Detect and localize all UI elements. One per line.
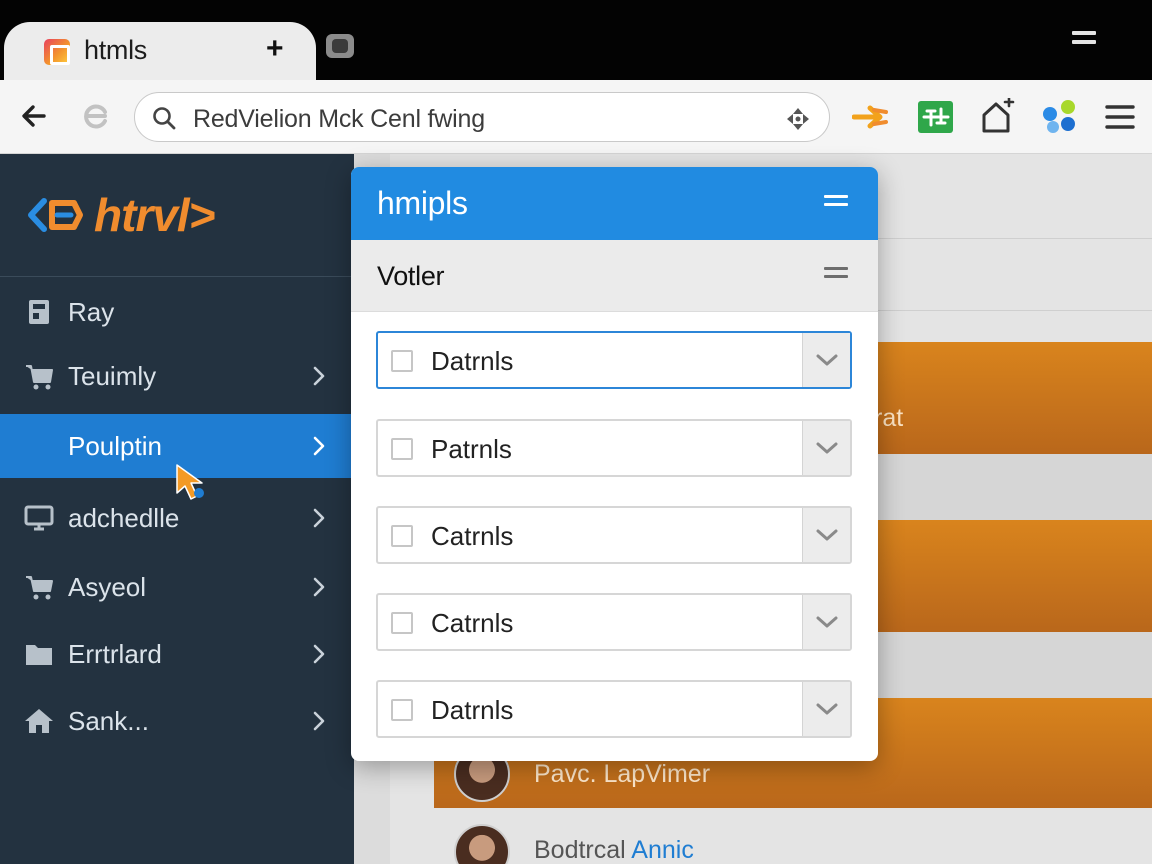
address-bar[interactable]: RedVielion Mck Cenl fwing [134, 92, 830, 142]
brand-logo[interactable]: htrvl> [28, 188, 216, 242]
option-select[interactable]: Catrnls [376, 506, 852, 564]
chevron-down-icon [816, 616, 838, 628]
tab-overview-icon[interactable] [326, 34, 354, 58]
option-dropdown-button[interactable] [802, 682, 850, 736]
option-dropdown-button[interactable] [802, 595, 850, 649]
panel-title: hmipls [377, 185, 468, 221]
dropdown-panel: hmipls Votler Datrnls Patrnls Catrnls Ca… [351, 167, 878, 761]
option-dropdown-button[interactable] [802, 421, 850, 475]
search-icon [153, 107, 176, 130]
extension-orange-icon[interactable] [852, 98, 890, 136]
monitor-icon [24, 505, 54, 531]
option-label: Datrnls [431, 695, 514, 725]
option-dropdown-button[interactable] [802, 333, 850, 387]
option-label: Datrnls [431, 346, 514, 376]
extension-house-icon[interactable] [979, 98, 1017, 136]
sidebar-item-label: Poulptin [68, 431, 162, 461]
person-name: Pavc. LapVimer [534, 760, 711, 788]
option-label: Catrnls [431, 521, 514, 551]
row-text: rat [874, 404, 904, 432]
home-icon [25, 709, 53, 733]
option-select[interactable]: Catrnls [376, 593, 852, 651]
favicon-icon [44, 39, 70, 65]
window-menu-icon[interactable] [1072, 31, 1096, 51]
extension-dots-icon[interactable] [1041, 98, 1079, 136]
sidebar-item-sank[interactable]: Sank... [0, 689, 352, 753]
move-arrows-icon[interactable] [785, 106, 811, 132]
new-tab-button[interactable]: + [266, 32, 284, 66]
sidebar-item-teuimly[interactable]: Teuimly [0, 344, 352, 408]
address-input[interactable]: RedVielion Mck Cenl fwing [193, 105, 485, 134]
cart-icon [26, 576, 53, 600]
browser-menu-icon[interactable] [1102, 98, 1140, 136]
sidebar-item-errtrlard[interactable]: Errtrlard [0, 622, 352, 686]
chevron-down-icon [816, 354, 838, 366]
sidebar-item-label: Ray [68, 297, 115, 327]
sidebar-item-label: adchedlle [68, 503, 180, 533]
person-name-row: Bodtrcal Annic [534, 836, 694, 864]
chevron-down-icon [816, 442, 838, 454]
avatar [454, 824, 510, 864]
option-checkbox[interactable] [391, 350, 413, 372]
book-icon [29, 300, 49, 324]
table-row[interactable]: Bodtrcal Annic [434, 808, 1152, 864]
browser-tab[interactable]: htmls + [4, 22, 316, 82]
chevron-right-icon [313, 436, 325, 456]
tab-title: htmls [84, 35, 148, 65]
option-checkbox[interactable] [391, 699, 413, 721]
sidebar-item-ray[interactable]: Ray [0, 280, 352, 344]
panel-header: hmipls [351, 167, 878, 240]
option-dropdown-button[interactable] [802, 508, 850, 562]
panel-subheader: Votler [351, 240, 878, 312]
option-select[interactable]: Patrnls [376, 419, 852, 477]
sidebar: htrvl> Ray Teuimly Poulptin adchedlle As… [0, 154, 354, 864]
option-label: Patrnls [431, 434, 512, 464]
sidebar-item-label: Sank... [68, 706, 149, 736]
reload-icon[interactable] [78, 98, 114, 134]
tab-strip: htmls + [0, 0, 1152, 82]
chevron-right-icon [313, 711, 325, 731]
chevron-right-icon [313, 508, 325, 528]
option-checkbox[interactable] [391, 612, 413, 634]
person-last-name: Annic [631, 836, 694, 864]
extension-green-icon[interactable] [917, 98, 955, 136]
folder-icon [26, 645, 52, 665]
chevron-right-icon [313, 366, 325, 386]
option-select[interactable]: Datrnls [376, 680, 852, 738]
option-label: Catrnls [431, 608, 514, 638]
mouse-cursor-icon [176, 464, 204, 500]
sidebar-item-label: Errtrlard [68, 639, 162, 669]
chevron-right-icon [313, 644, 325, 664]
cart-icon [26, 365, 53, 390]
option-select[interactable]: Datrnls [376, 331, 852, 389]
option-checkbox[interactable] [391, 525, 413, 547]
sidebar-item-label: Asyeol [68, 572, 147, 602]
panel-menu-icon[interactable] [824, 195, 848, 213]
chevron-down-icon [816, 529, 838, 541]
sidebar-item-asyeol[interactable]: Asyeol [0, 555, 352, 619]
option-checkbox[interactable] [391, 438, 413, 460]
sidebar-divider [0, 276, 354, 277]
chevron-down-icon [816, 703, 838, 715]
chevron-right-icon [313, 577, 325, 597]
person-first-name: Bodtrcal [534, 836, 626, 864]
browser-toolbar: RedVielion Mck Cenl fwing [0, 80, 1152, 154]
panel-subtitle: Votler [377, 261, 445, 291]
brand-mark-icon [28, 198, 83, 232]
brand-text: htrvl> [94, 189, 216, 241]
sidebar-item-label: Teuimly [68, 361, 157, 391]
back-arrow-icon[interactable] [16, 98, 52, 134]
subheader-menu-icon[interactable] [824, 267, 848, 285]
